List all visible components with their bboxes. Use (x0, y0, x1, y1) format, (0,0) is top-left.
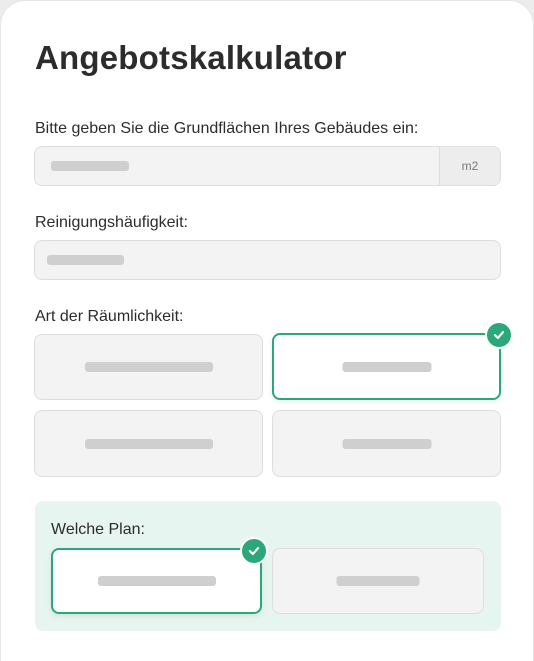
frequency-select[interactable] (34, 240, 501, 280)
room-type-option-3-placeholder (84, 438, 213, 449)
room-type-option-1[interactable] (34, 334, 263, 400)
page-title: Angebotskalkulator (35, 39, 347, 76)
plan-label: Welche Plan: (51, 521, 145, 538)
check-circle-icon (485, 321, 513, 349)
room-type-option-4-placeholder (342, 438, 431, 449)
room-type-option-4[interactable] (272, 410, 501, 477)
room-type-option-2[interactable] (272, 333, 501, 400)
frequency-select-placeholder (47, 255, 124, 265)
area-unit-addon: m2 (439, 147, 500, 185)
frequency-label: Reinigungshäufigkeit: (35, 214, 188, 231)
plan-option-2[interactable] (272, 548, 484, 614)
plan-option-2-placeholder (336, 576, 420, 586)
room-type-option-2-placeholder (342, 361, 431, 372)
area-input-placeholder (51, 161, 129, 171)
room-type-option-3[interactable] (34, 410, 263, 477)
room-type-option-1-placeholder (84, 362, 213, 372)
check-circle-icon (240, 537, 268, 565)
room-type-label: Art der Räumlichkeit: (35, 308, 184, 325)
plan-option-1[interactable] (51, 548, 262, 614)
plan-panel: Welche Plan: (35, 501, 501, 631)
area-label: Bitte geben Sie die Grundflächen Ihres G… (35, 120, 419, 137)
area-input[interactable]: m2 (34, 146, 501, 186)
calculator-card: Angebotskalkulator Bitte geben Sie die G… (1, 1, 533, 661)
plan-option-1-placeholder (97, 576, 216, 586)
